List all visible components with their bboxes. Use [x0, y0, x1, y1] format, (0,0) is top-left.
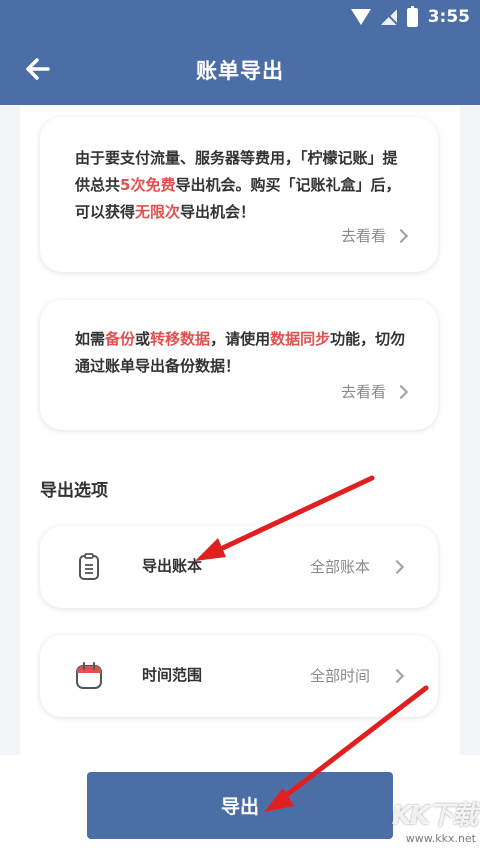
- info-card-free-exports: 由于要支付流量、服务器等费用，「柠檬记账」提供总共5次免费导出机会。购买「记账礼…: [40, 117, 438, 272]
- see-more-label: 去看看: [340, 383, 386, 401]
- highlight-transfer-data: 转移数据: [150, 330, 211, 348]
- status-bar: 3:55: [0, 0, 480, 34]
- option-time-range[interactable]: 时间范围 全部时间: [40, 635, 438, 717]
- header: 3:55 账单导出: [0, 0, 480, 105]
- export-button[interactable]: 导出: [87, 772, 393, 839]
- option-value: 全部账本: [309, 558, 370, 576]
- info-text-part: 如需: [75, 330, 106, 348]
- info-text-part: ，请使用: [210, 330, 271, 348]
- page-title: 账单导出: [196, 58, 284, 83]
- highlight-free-count: 5次免费: [120, 176, 176, 194]
- option-label: 时间范围: [142, 666, 203, 684]
- option-export-ledger[interactable]: 导出账本 全部账本: [40, 526, 438, 608]
- back-arrow-icon: [26, 58, 50, 80]
- highlight-unlimited: 无限次: [135, 203, 181, 221]
- watermark-url: www.kkx.net: [405, 832, 476, 845]
- info-text-backup-warning: 如需备份或转移数据，请使用数据同步功能，切勿通过账单导出备份数据！: [75, 326, 410, 380]
- app-bar: 账单导出: [0, 34, 480, 105]
- status-time: 3:55: [427, 7, 470, 27]
- back-button[interactable]: [22, 54, 52, 84]
- ledger-icon: [79, 553, 99, 580]
- chevron-right-icon: [389, 559, 405, 575]
- calendar-icon: [76, 662, 102, 689]
- option-value: 全部时间: [309, 667, 370, 685]
- section-title-export-options: 导出选项: [40, 481, 108, 501]
- highlight-data-sync: 数据同步: [270, 330, 331, 348]
- info-text-part: 或: [135, 330, 151, 348]
- chevron-right-icon: [393, 384, 409, 399]
- no-signal-icon: [380, 9, 397, 25]
- watermark: KK下载 www.kkx.net: [391, 795, 478, 845]
- see-more-link-2[interactable]: 去看看: [340, 381, 409, 402]
- option-label: 导出账本: [142, 557, 203, 575]
- info-text-part: 导出机会！: [180, 203, 256, 221]
- watermark-logo: KK下载: [391, 801, 478, 831]
- chevron-right-icon: [389, 668, 405, 684]
- battery-icon: [406, 5, 418, 27]
- info-card-backup-warning: 如需备份或转移数据，请使用数据同步功能，切勿通过账单导出备份数据！ 去看看: [40, 300, 438, 430]
- see-more-link-1[interactable]: 去看看: [340, 225, 409, 246]
- wifi-icon: [350, 9, 371, 25]
- highlight-backup: 备份: [105, 330, 136, 348]
- bottom-bar: 导出 KK下载 www.kkx.net: [0, 755, 480, 853]
- chevron-right-icon: [393, 228, 409, 243]
- main-content: 由于要支付流量、服务器等费用，「柠檬记账」提供总共5次免费导出机会。购买「记账礼…: [20, 105, 460, 755]
- see-more-label: 去看看: [340, 227, 386, 245]
- info-text-free-exports: 由于要支付流量、服务器等费用，「柠檬记账」提供总共5次免费导出机会。购买「记账礼…: [75, 145, 410, 226]
